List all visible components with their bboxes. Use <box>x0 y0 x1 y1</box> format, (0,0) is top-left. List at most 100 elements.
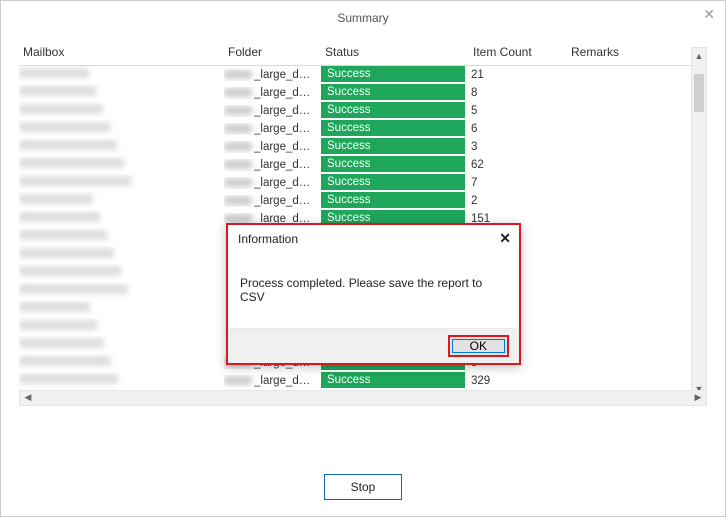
col-header-folder[interactable]: Folder <box>224 39 321 66</box>
cell-remarks <box>567 228 707 246</box>
cell-item-count: 6 <box>469 120 567 138</box>
cell-mailbox <box>19 120 224 138</box>
status-badge: Success <box>321 84 465 101</box>
cell-status: Success <box>321 372 469 390</box>
folder-label: _large_d… <box>254 123 317 135</box>
cell-mailbox <box>19 318 224 336</box>
cell-mailbox <box>19 246 224 264</box>
dialog-close-icon[interactable]: ✕ <box>499 230 511 247</box>
status-badge: Success <box>321 156 465 173</box>
cell-item-count: 5 <box>469 102 567 120</box>
cell-folder: _large_d… <box>224 372 321 390</box>
cell-remarks <box>567 372 707 390</box>
cell-mailbox <box>19 138 224 156</box>
cell-folder: _large_d… <box>224 192 321 210</box>
cell-remarks <box>567 120 707 138</box>
cell-item-count: 21 <box>469 66 567 84</box>
cell-folder: _large_d… <box>224 156 321 174</box>
cell-mailbox <box>19 282 224 300</box>
cell-mailbox <box>19 354 224 372</box>
cell-remarks <box>567 264 707 282</box>
information-dialog: Information ✕ Process completed. Please … <box>226 223 521 365</box>
cell-item-count: 62 <box>469 156 567 174</box>
cell-remarks <box>567 336 707 354</box>
ok-button[interactable]: OK <box>448 335 509 357</box>
cell-item-count: 8 <box>469 84 567 102</box>
cell-status: Success <box>321 174 469 192</box>
cell-status: Success <box>321 192 469 210</box>
horizontal-scrollbar[interactable]: ◀ ▶ <box>19 390 707 406</box>
table-header-row: Mailbox Folder Status Item Count Remarks <box>19 39 707 66</box>
cell-remarks <box>567 300 707 318</box>
folder-label: _large_d… <box>254 375 317 387</box>
cell-mailbox <box>19 66 224 84</box>
stop-button[interactable]: Stop <box>324 474 403 500</box>
dialog-title: Information <box>238 232 298 246</box>
cell-folder: _large_d… <box>224 84 321 102</box>
dialog-titlebar: Information ✕ <box>228 225 519 254</box>
cell-folder: _large_d… <box>224 120 321 138</box>
cell-mailbox <box>19 192 224 210</box>
folder-label: _large_d… <box>254 141 317 153</box>
cell-mailbox <box>19 300 224 318</box>
table-row[interactable]: _large_d… Success6 <box>19 120 707 138</box>
scroll-right-icon[interactable]: ▶ <box>690 391 706 405</box>
vertical-scrollbar[interactable]: ▲ ▼ <box>691 47 707 398</box>
col-header-item-count[interactable]: Item Count <box>469 39 567 66</box>
cell-item-count: 329 <box>469 372 567 390</box>
cell-mailbox <box>19 210 224 228</box>
window-title: Summary <box>337 11 388 25</box>
col-header-mailbox[interactable]: Mailbox <box>19 39 224 66</box>
cell-status: Success <box>321 156 469 174</box>
scroll-up-icon[interactable]: ▲ <box>692 48 706 64</box>
footer: Stop <box>1 474 725 500</box>
cell-remarks <box>567 246 707 264</box>
cell-remarks <box>567 318 707 336</box>
folder-label: _large_d… <box>254 159 317 171</box>
table-row[interactable]: _large_d… Success62 <box>19 156 707 174</box>
cell-mailbox <box>19 228 224 246</box>
cell-remarks <box>567 102 707 120</box>
folder-label: _large_d… <box>254 87 317 99</box>
status-badge: Success <box>321 102 465 119</box>
cell-mailbox <box>19 372 224 390</box>
cell-remarks <box>567 84 707 102</box>
cell-status: Success <box>321 138 469 156</box>
cell-folder: _large_d… <box>224 174 321 192</box>
scroll-left-icon[interactable]: ◀ <box>20 391 36 405</box>
status-badge: Success <box>321 174 465 191</box>
cell-remarks <box>567 282 707 300</box>
cell-folder: _large_d… <box>224 138 321 156</box>
cell-status: Success <box>321 66 469 84</box>
cell-remarks <box>567 354 707 372</box>
cell-mailbox <box>19 84 224 102</box>
table-row[interactable]: _large_d…Success7 <box>19 174 707 192</box>
table-row[interactable]: _large_d… Success329 <box>19 372 707 390</box>
table-row[interactable]: _large_d… Success2 <box>19 192 707 210</box>
cell-item-count: 2 <box>469 192 567 210</box>
cell-item-count: 3 <box>469 138 567 156</box>
cell-mailbox <box>19 336 224 354</box>
cell-status: Success <box>321 120 469 138</box>
status-badge: Success <box>321 120 465 137</box>
col-header-status[interactable]: Status <box>321 39 469 66</box>
cell-status: Success <box>321 84 469 102</box>
table-row[interactable]: _large_d… Success5 <box>19 102 707 120</box>
scroll-thumb[interactable] <box>694 74 704 112</box>
folder-label: _large_d… <box>254 195 317 207</box>
cell-status: Success <box>321 102 469 120</box>
status-badge: Success <box>321 372 465 389</box>
cell-mailbox <box>19 174 224 192</box>
table-row[interactable]: _large_d… Success3 <box>19 138 707 156</box>
status-badge: Success <box>321 66 465 83</box>
folder-label: _large_d… <box>254 105 317 117</box>
cell-mailbox <box>19 264 224 282</box>
cell-remarks <box>567 156 707 174</box>
window-close-icon[interactable]: ✕ <box>703 7 715 21</box>
table-row[interactable]: _large_d… Success21 <box>19 66 707 84</box>
folder-label: _large_d… <box>254 69 317 81</box>
cell-remarks <box>567 192 707 210</box>
table-row[interactable]: _large_d… Success8 <box>19 84 707 102</box>
col-header-remarks[interactable]: Remarks <box>567 39 707 66</box>
folder-label: _large_d… <box>254 177 317 189</box>
